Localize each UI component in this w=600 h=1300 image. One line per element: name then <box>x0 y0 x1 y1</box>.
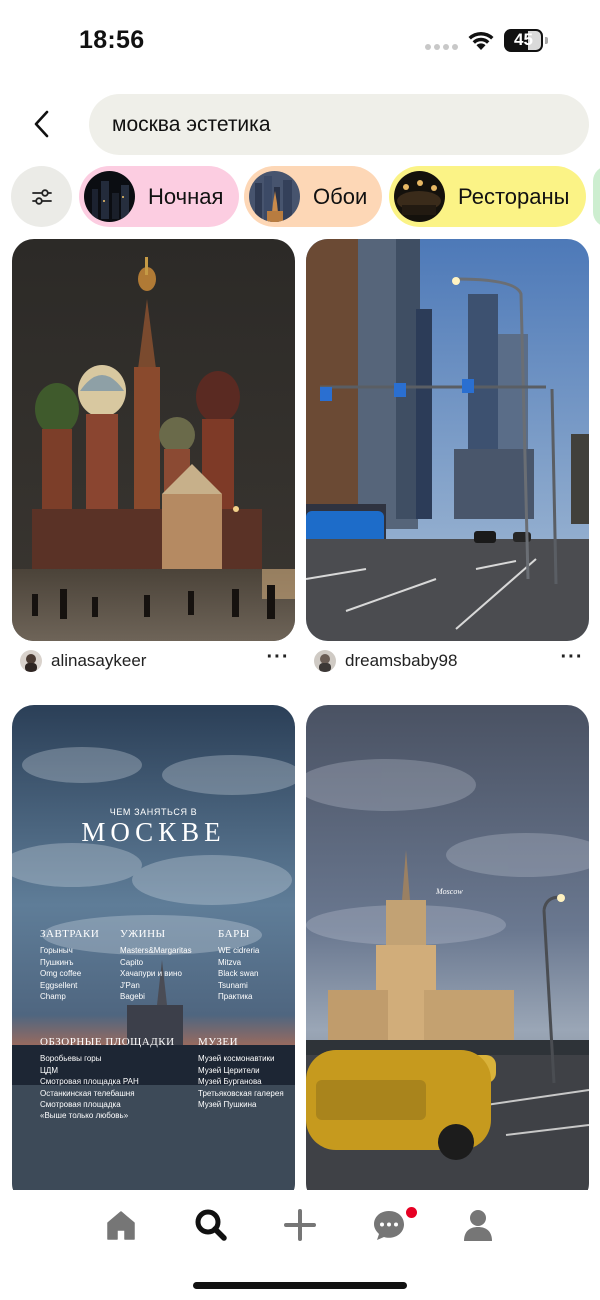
chip-thumbnail <box>394 171 445 222</box>
status-bar: 18:56 45 <box>0 0 600 80</box>
chevron-left-icon <box>34 110 49 138</box>
home-icon <box>107 1211 135 1240</box>
battery-icon: 45 <box>504 29 548 52</box>
search-query: москва эстетика <box>112 113 271 136</box>
nav-create[interactable] <box>275 1202 325 1248</box>
plus-icon <box>284 1209 316 1241</box>
signal-dots-icon <box>425 44 458 50</box>
more-options-button[interactable]: ··· <box>557 647 587 673</box>
home-indicator <box>193 1282 407 1289</box>
chip-thumbnail <box>249 171 300 222</box>
nav-home[interactable] <box>96 1202 146 1248</box>
poster-section-bars: БАРЫ WE cidreria Mitzva Black swan Tsuna… <box>218 928 260 1002</box>
poster-overlay: ЧЕМ ЗАНЯТЬСЯ В МОСКВЕ ЗАВТРАКИ Горыныч П… <box>12 705 295 1205</box>
person-icon <box>464 1210 492 1241</box>
more-options-button[interactable]: ··· <box>263 647 293 673</box>
battery-level: 45 <box>514 30 533 49</box>
avatar[interactable] <box>20 650 42 672</box>
pin-image[interactable]: ЧЕМ ЗАНЯТЬСЯ В МОСКВЕ ЗАВТРАКИ Горыныч П… <box>12 705 295 1205</box>
notification-dot <box>406 1207 417 1218</box>
pin-meta: dreamsbaby98 ··· <box>314 646 589 676</box>
back-button[interactable] <box>22 104 62 144</box>
filter-button[interactable] <box>11 166 72 227</box>
filter-chip-restaurants[interactable]: Рестораны <box>389 166 586 227</box>
pin-image[interactable] <box>306 239 589 641</box>
pin-meta: alinasaykeer ··· <box>20 646 295 676</box>
poster-section-museums: МУЗЕИ Музей космонавтики Музей Церители … <box>198 1036 284 1110</box>
pin-caption: Moscow <box>436 887 463 896</box>
search-icon <box>195 1209 227 1241</box>
poster-section-views: ОБЗОРНЫЕ ПЛОЩАДКИ Воробьевы горы ЦДМ Смо… <box>40 1036 175 1121</box>
pin-image[interactable]: Moscow <box>306 705 589 1205</box>
chip-label: Ночная <box>148 183 224 209</box>
avatar[interactable] <box>314 650 336 672</box>
chip-thumbnail <box>84 171 135 222</box>
poster-section-dinner: УЖИНЫ Masters&Margaritas Capito Хачапури… <box>120 928 192 1002</box>
nav-profile[interactable] <box>453 1202 503 1248</box>
filter-chip-wallpapers[interactable]: Обои <box>244 166 382 227</box>
poster-section-breakfast: ЗАВТРАКИ Горыныч Пушкинъ Omg coffee Eggs… <box>40 928 100 1002</box>
sliders-icon <box>31 188 52 205</box>
search-input[interactable]: москва эстетика <box>89 94 589 155</box>
chat-bubble-icon <box>374 1211 404 1240</box>
filter-chip-more[interactable] <box>593 166 600 227</box>
nav-search[interactable] <box>186 1202 236 1248</box>
poster-title: МОСКВЕ <box>81 817 226 847</box>
status-time: 18:56 <box>79 26 145 54</box>
wifi-icon <box>468 31 494 50</box>
poster-subtitle: ЧЕМ ЗАНЯТЬСЯ В <box>109 807 198 817</box>
username[interactable]: alinasaykeer <box>51 651 146 671</box>
filter-chip-night[interactable]: Ночная <box>79 166 239 227</box>
pin-image[interactable] <box>12 239 295 641</box>
chip-label: Рестораны <box>458 183 570 209</box>
username[interactable]: dreamsbaby98 <box>345 651 457 671</box>
chip-label: Обои <box>313 183 368 209</box>
